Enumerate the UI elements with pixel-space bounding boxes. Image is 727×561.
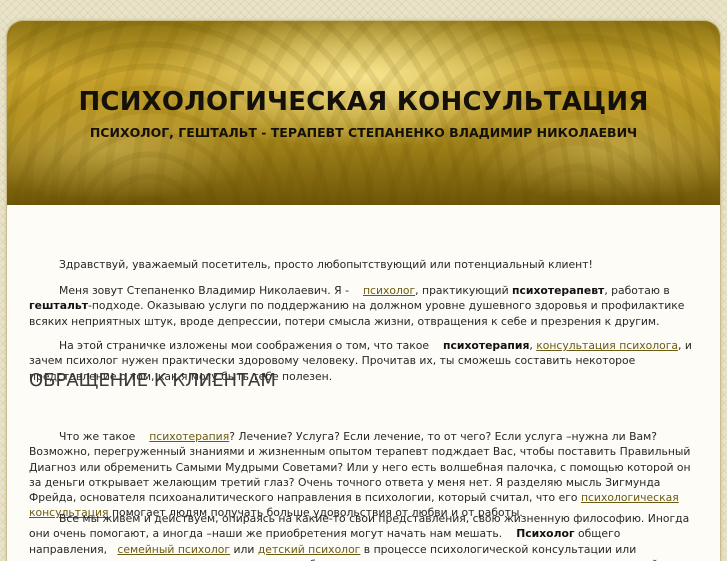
bold-psychologist: Психолог <box>516 527 575 541</box>
link-psychotherapy[interactable]: психотерапия <box>149 430 229 443</box>
bold-psychotherapist: психотерапевт <box>512 284 605 297</box>
page-title: ПСИХОЛОГИЧЕСКАЯ КОНСУЛЬТАЦИЯ <box>78 87 649 117</box>
section-heading: ОБРАЩЕНИЕ К КЛИЕНТАМ <box>29 370 276 391</box>
intro-greeting: Здравствуй, уважаемый посетитель, просто… <box>59 258 593 271</box>
section-what-is-psychotherapy: Что же такое психотерапия? Лечение? Услуг… <box>29 430 691 520</box>
page-subtitle: ПСИХОЛОГ, ГЕШТАЛЬТ - ТЕРАПЕВТ СТЕПАНЕНКО… <box>89 125 638 140</box>
bold-psychotherapy: психотерапия <box>443 339 530 352</box>
intro-about-me: Меня зовут Степаненко Владимир Николаеви… <box>29 284 685 328</box>
page-frame: ПСИХОЛОГИЧЕСКАЯ КОНСУЛЬТАЦИЯ ПСИХОЛОГ, Г… <box>7 21 720 561</box>
link-psychologist-consultation[interactable]: консультация психолога <box>536 339 678 352</box>
link-psychologist[interactable]: психолог <box>363 284 415 297</box>
bold-gestalt: гештальт <box>29 299 88 313</box>
section-life-philosophy: Все мы живём и действуем, опираясь на ка… <box>29 512 690 561</box>
content-area: Здравствуй, уважаемый посетитель, просто… <box>7 205 720 561</box>
header-banner: ПСИХОЛОГИЧЕСКАЯ КОНСУЛЬТАЦИЯ ПСИХОЛОГ, Г… <box>7 21 720 205</box>
